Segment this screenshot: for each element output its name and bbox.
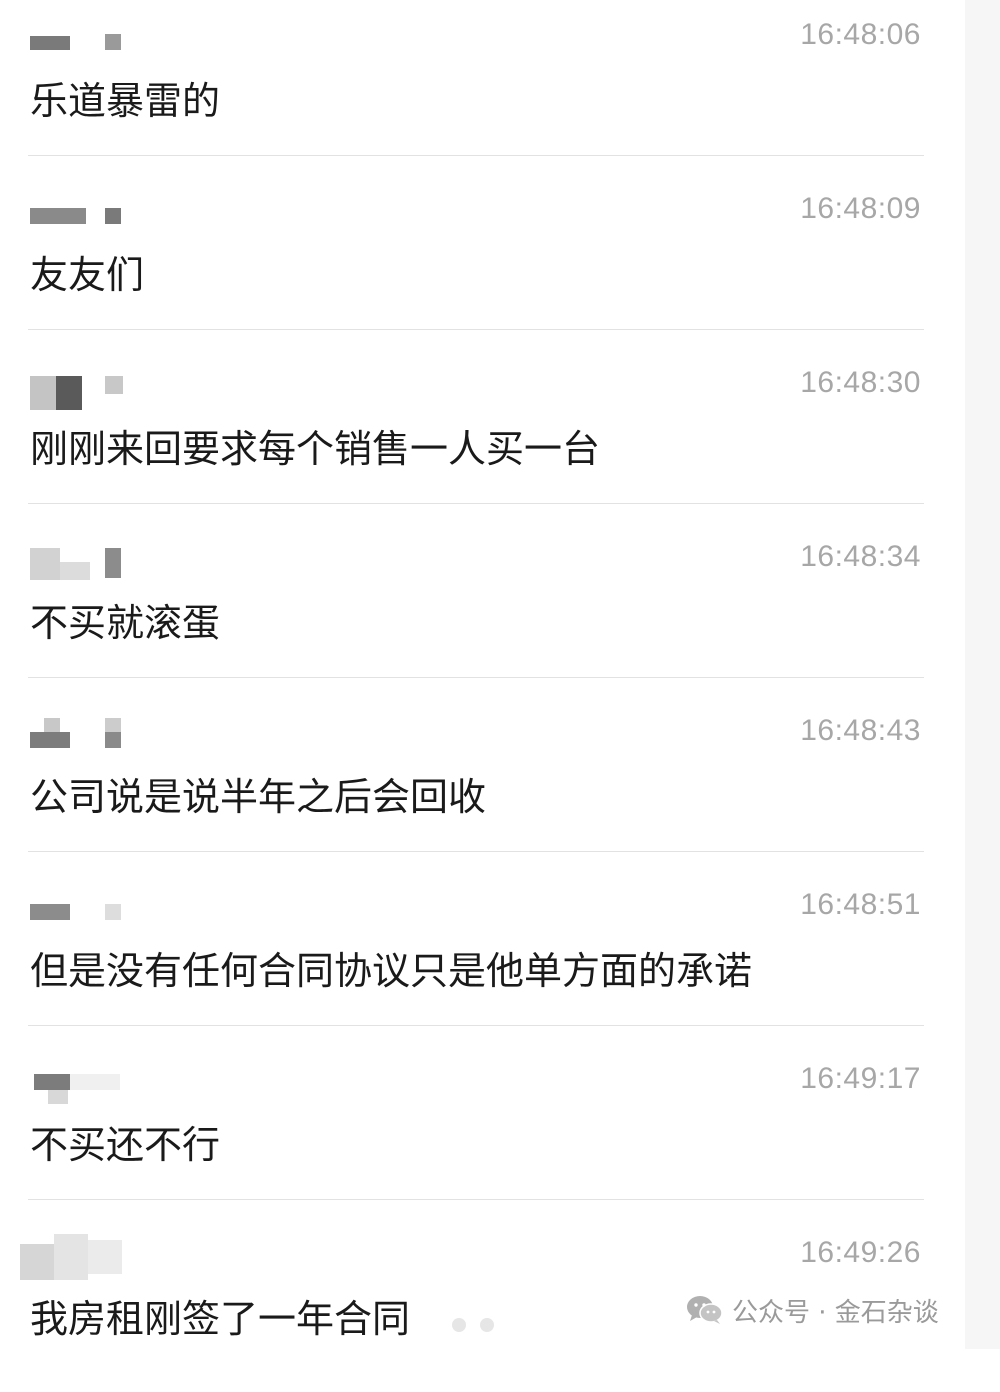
divider [28, 503, 924, 504]
watermark-text: 公众号 · 金石杂谈 [732, 1297, 939, 1328]
list-item[interactable]: 16:48:43 公司说是说半年之后会回收 [0, 696, 965, 870]
message-timestamp: 16:48:09 [800, 192, 921, 225]
message-text: 公司说是说半年之后会回收 [30, 775, 487, 819]
message-text: 刚刚来回要求每个销售一人买一台 [30, 427, 601, 471]
list-item[interactable]: 16:48:30 刚刚来回要求每个销售一人买一台 [0, 348, 965, 522]
message-timestamp: 16:48:51 [800, 888, 921, 921]
message-text: 友友们 [30, 253, 145, 297]
message-text: 不买就滚蛋 [30, 601, 221, 645]
message-text: 我房租刚签了一年合同 [30, 1297, 411, 1341]
chat-history-list[interactable]: 16:48:06 乐道暴雷的 16:48:09 友友们 16:48:30 刚刚来… [0, 0, 965, 1349]
message-timestamp: 16:48:34 [800, 540, 921, 573]
page-dot [452, 1318, 466, 1332]
watermark: 公众号 · 金石杂谈 [686, 1290, 939, 1330]
divider [28, 851, 924, 852]
divider [28, 155, 924, 156]
message-timestamp: 16:48:43 [800, 714, 921, 747]
message-timestamp: 16:48:06 [800, 18, 921, 51]
message-text: 但是没有任何合同协议只是他单方面的承诺 [30, 949, 753, 993]
divider [28, 1199, 924, 1200]
list-item[interactable]: 16:48:09 友友们 [0, 174, 965, 348]
list-item[interactable]: 16:48:51 但是没有任何合同协议只是他单方面的承诺 [0, 870, 965, 1044]
message-text: 乐道暴雷的 [30, 79, 221, 123]
page-indicator [452, 1318, 494, 1332]
message-timestamp: 16:49:26 [800, 1236, 921, 1269]
message-timestamp: 16:48:30 [800, 366, 921, 399]
divider [28, 329, 924, 330]
list-item[interactable]: 16:49:17 不买还不行 [0, 1044, 965, 1218]
list-item[interactable]: 16:48:34 不买就滚蛋 [0, 522, 965, 696]
wechat-icon [687, 1296, 723, 1324]
page-dot [480, 1318, 494, 1332]
message-timestamp: 16:49:17 [800, 1062, 921, 1095]
right-edge-panel [965, 0, 1000, 1349]
list-item[interactable]: 16:48:06 乐道暴雷的 [0, 0, 965, 174]
message-text: 不买还不行 [30, 1123, 221, 1167]
divider [28, 1025, 924, 1026]
divider [28, 677, 924, 678]
